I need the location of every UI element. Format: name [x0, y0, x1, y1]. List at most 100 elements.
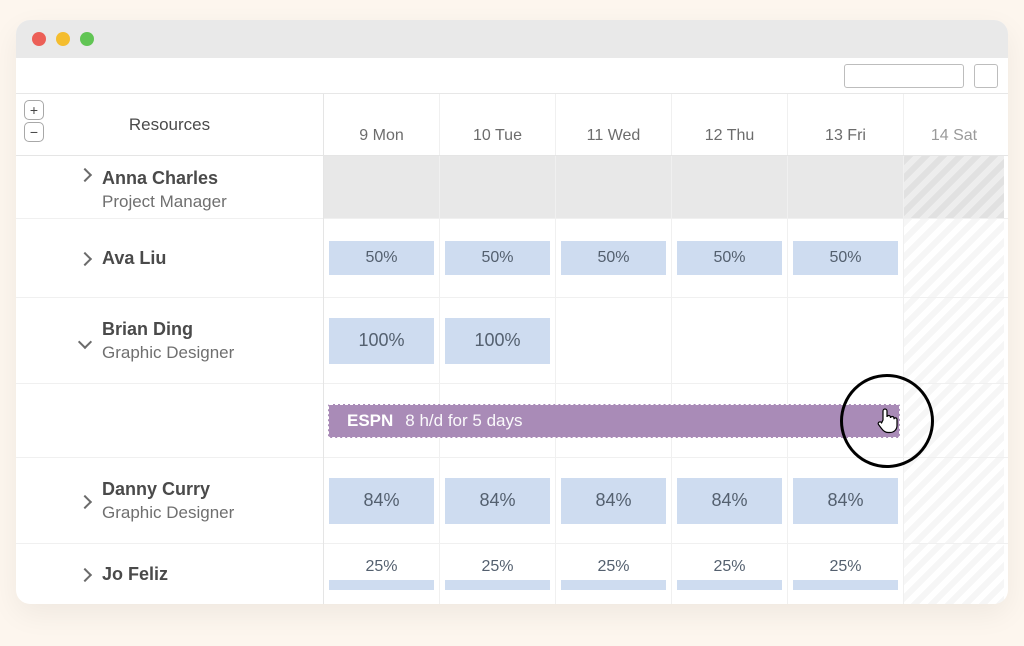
utilization-chip: 100%	[329, 318, 434, 364]
grid-cell[interactable]: 50%	[324, 219, 440, 297]
chevron-right-icon	[78, 252, 92, 266]
utilization-chip	[445, 580, 550, 590]
utilization-text: 25%	[597, 558, 629, 576]
resource-role: Graphic Designer	[102, 343, 313, 363]
grid-row[interactable]: 25% 25% 25%	[324, 544, 1008, 604]
resource-role: Graphic Designer	[102, 503, 313, 523]
grid-cell[interactable]: 25%	[556, 544, 672, 604]
grid-cell[interactable]: 100%	[324, 298, 440, 383]
app-window: + − Resources Anna Charles Project Manag…	[16, 20, 1008, 604]
grid-cell[interactable]: 25%	[788, 544, 904, 604]
utilization-chip	[329, 580, 434, 590]
resource-role: Project Manager	[102, 192, 313, 212]
toolbar	[16, 58, 1008, 94]
grid-cell[interactable]: 25%	[672, 544, 788, 604]
utilization-chip: 84%	[793, 478, 898, 524]
minimize-window-button[interactable]	[56, 32, 70, 46]
zoom-controls: + −	[24, 100, 44, 142]
grid-cell[interactable]: 84%	[788, 458, 904, 543]
resource-name: Danny Curry	[102, 479, 313, 500]
grid-cell[interactable]	[672, 156, 788, 218]
grid-cell[interactable]	[672, 298, 788, 383]
day-header[interactable]: 13 Fri	[788, 94, 904, 155]
grid-header: 9 Mon 10 Tue 11 Wed 12 Thu 13 Fri 14 Sat	[324, 94, 1008, 156]
grid-cell[interactable]: 25%	[324, 544, 440, 604]
grid-cell[interactable]	[904, 544, 1004, 604]
resource-row[interactable]: Brian Ding Graphic Designer	[16, 298, 323, 384]
resource-subrow	[16, 384, 323, 458]
resource-row[interactable]: Ava Liu	[16, 219, 323, 298]
grid-cell[interactable]	[788, 156, 904, 218]
grid-cell[interactable]: 25%	[440, 544, 556, 604]
utilization-chip: 50%	[793, 241, 898, 275]
utilization-text: 25%	[365, 558, 397, 576]
utilization-chip: 84%	[561, 478, 666, 524]
day-header[interactable]: 9 Mon	[324, 94, 440, 155]
sidebar-header: Resources	[16, 94, 323, 156]
utilization-chip: 50%	[329, 241, 434, 275]
content-area: + − Resources Anna Charles Project Manag…	[16, 94, 1008, 604]
utilization-chip: 84%	[329, 478, 434, 524]
grid-cell[interactable]	[904, 219, 1004, 297]
toolbar-dropdown[interactable]	[844, 64, 964, 88]
booking-name: ESPN	[347, 411, 393, 431]
day-header[interactable]: 12 Thu	[672, 94, 788, 155]
grid-cell[interactable]	[904, 458, 1004, 543]
resource-row[interactable]: Jo Feliz	[16, 544, 323, 604]
utilization-chip: 84%	[445, 478, 550, 524]
zoom-in-button[interactable]: +	[24, 100, 44, 120]
utilization-chip: 50%	[677, 241, 782, 275]
chevron-right-icon	[78, 568, 92, 582]
utilization-chip: 100%	[445, 318, 550, 364]
grid-row[interactable]: 100% 100%	[324, 298, 1008, 384]
zoom-out-button[interactable]: −	[24, 122, 44, 142]
utilization-text: 25%	[829, 558, 861, 576]
grid-cell[interactable]: 84%	[556, 458, 672, 543]
grid-cell[interactable]: 50%	[788, 219, 904, 297]
grid-cell[interactable]	[788, 298, 904, 383]
booking-detail: 8 h/d for 5 days	[405, 411, 522, 431]
grid-cell[interactable]: 84%	[672, 458, 788, 543]
utilization-text: 25%	[713, 558, 745, 576]
grid-cell[interactable]	[904, 384, 1004, 457]
utilization-chip	[793, 580, 898, 590]
titlebar	[16, 20, 1008, 58]
grid-cell[interactable]	[556, 156, 672, 218]
resources-sidebar: Resources Anna Charles Project Manager A…	[16, 94, 324, 604]
schedule-grid: 9 Mon 10 Tue 11 Wed 12 Thu 13 Fri 14 Sat…	[324, 94, 1008, 604]
resource-row[interactable]: Anna Charles Project Manager	[16, 156, 323, 219]
grid-row[interactable]: 84% 84% 84% 84% 84%	[324, 458, 1008, 544]
grid-cell[interactable]	[904, 156, 1004, 218]
day-header[interactable]: 14 Sat	[904, 94, 1004, 155]
resource-name: Brian Ding	[102, 319, 313, 340]
resource-row[interactable]: Danny Curry Graphic Designer	[16, 458, 323, 544]
grid-cell[interactable]: 50%	[440, 219, 556, 297]
chevron-right-icon	[78, 494, 92, 508]
utilization-text: 25%	[481, 558, 513, 576]
grid-cell[interactable]: 50%	[672, 219, 788, 297]
utilization-chip	[561, 580, 666, 590]
grid-cell[interactable]	[324, 156, 440, 218]
grid-row-assignment[interactable]: ESPN 8 h/d for 5 days	[324, 384, 1008, 458]
resource-name: Anna Charles	[102, 168, 313, 189]
grid-cell[interactable]: 50%	[556, 219, 672, 297]
maximize-window-button[interactable]	[80, 32, 94, 46]
day-header[interactable]: 11 Wed	[556, 94, 672, 155]
chevron-down-icon	[78, 334, 92, 348]
day-header[interactable]: 10 Tue	[440, 94, 556, 155]
toolbar-button[interactable]	[974, 64, 998, 88]
grid-cell[interactable]	[440, 156, 556, 218]
chevron-right-icon	[78, 168, 92, 182]
booking-bar[interactable]: ESPN 8 h/d for 5 days	[328, 404, 900, 438]
grid-row[interactable]	[324, 156, 1008, 219]
close-window-button[interactable]	[32, 32, 46, 46]
resource-name: Ava Liu	[102, 248, 313, 269]
grid-cell[interactable]	[556, 298, 672, 383]
grid-cell[interactable]	[904, 298, 1004, 383]
resource-name: Jo Feliz	[102, 564, 313, 585]
grid-row[interactable]: 50% 50% 50% 50% 50%	[324, 219, 1008, 298]
utilization-chip: 50%	[445, 241, 550, 275]
grid-cell[interactable]: 84%	[440, 458, 556, 543]
grid-cell[interactable]: 84%	[324, 458, 440, 543]
grid-cell[interactable]: 100%	[440, 298, 556, 383]
